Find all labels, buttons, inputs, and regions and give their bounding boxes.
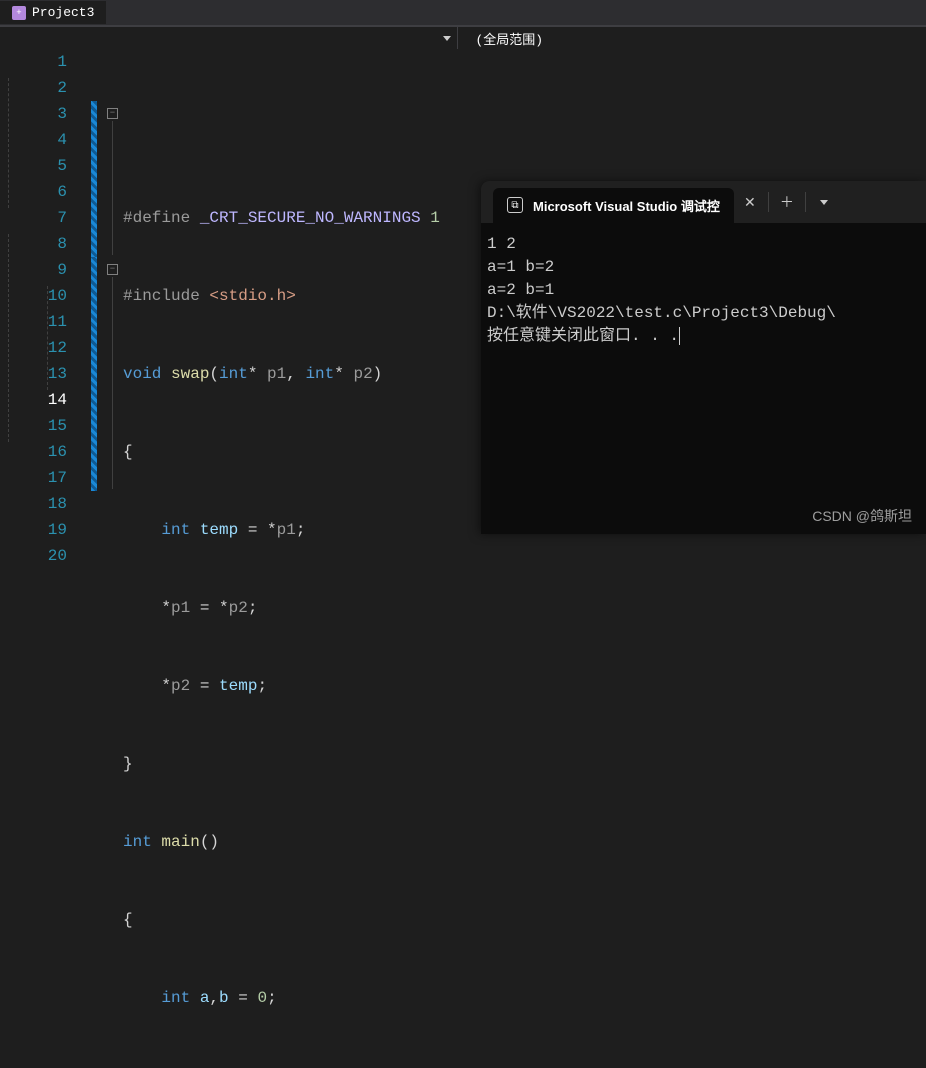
fold-toggle-icon[interactable]: − bbox=[107, 264, 118, 275]
scope-dropdown-right[interactable]: (全局范围) bbox=[458, 27, 926, 49]
navigation-bar: (全局范围) bbox=[0, 26, 926, 49]
change-indicator bbox=[85, 49, 105, 1068]
cpp-file-icon: + bbox=[12, 6, 26, 20]
new-tab-button[interactable]: ＋ bbox=[771, 186, 803, 218]
cursor-icon bbox=[679, 327, 680, 345]
divider bbox=[805, 192, 806, 212]
file-tab-label: Project3 bbox=[32, 5, 94, 20]
watermark: CSDN @鸽斯坦 bbox=[812, 506, 912, 526]
terminal-output[interactable]: 1 2 a=1 b=2 a=2 b=1 D:\软件\VS2022\test.c\… bbox=[481, 223, 926, 358]
terminal-window[interactable]: ⧉ Microsoft Visual Studio 调试控 ✕ ＋ 1 2 a=… bbox=[481, 181, 926, 534]
fold-gutter: − − bbox=[105, 49, 123, 1068]
vs-debug-icon: ⧉ bbox=[507, 197, 523, 213]
chevron-down-icon bbox=[443, 36, 451, 41]
tab-dropdown-button[interactable] bbox=[808, 186, 840, 218]
terminal-tab-title: Microsoft Visual Studio 调试控 bbox=[533, 196, 720, 215]
chevron-down-icon bbox=[820, 200, 828, 205]
close-tab-button[interactable]: ✕ bbox=[734, 186, 766, 218]
scope-dropdown-left[interactable] bbox=[0, 27, 458, 49]
terminal-tab[interactable]: ⧉ Microsoft Visual Studio 调试控 bbox=[493, 188, 734, 223]
tab-bar: + Project3 bbox=[0, 0, 926, 26]
terminal-titlebar[interactable]: ⧉ Microsoft Visual Studio 调试控 ✕ ＋ bbox=[481, 181, 926, 223]
fold-toggle-icon[interactable]: − bbox=[107, 108, 118, 119]
file-tab[interactable]: + Project3 bbox=[0, 1, 106, 24]
line-number-gutter: 1 2 3 4 5 6 7 8 9 10 11 12 13 14 15 16 1… bbox=[0, 49, 85, 1068]
divider bbox=[768, 192, 769, 212]
scope-label: (全局范围) bbox=[476, 29, 544, 48]
